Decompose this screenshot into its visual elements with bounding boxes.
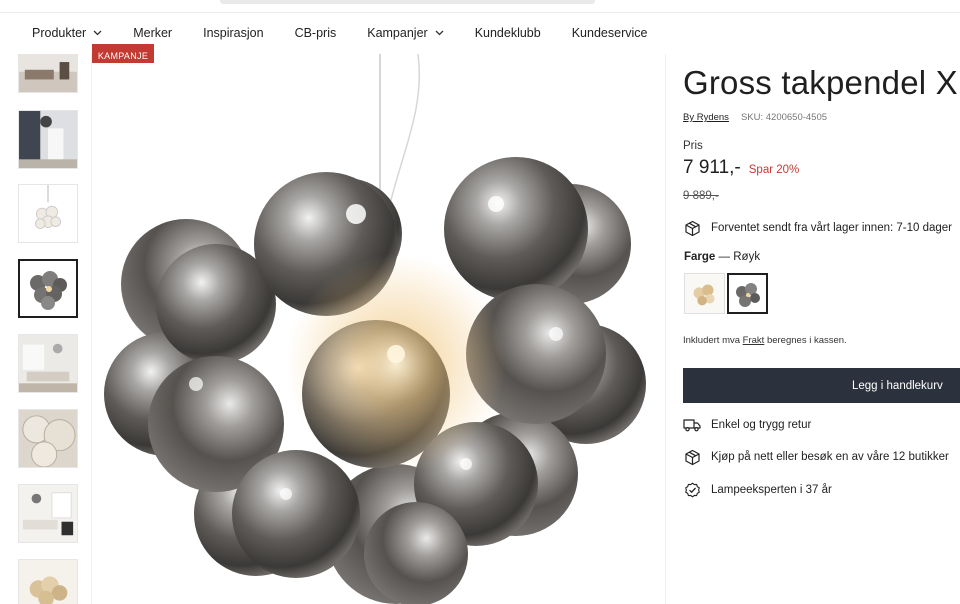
delivery-info: Forventet sendt fra vårt lager innen: 7-… [683, 219, 952, 237]
nav-item-cb-pris[interactable]: CB-pris [295, 26, 337, 40]
vat-suffix: beregnes i kassen. [766, 335, 847, 346]
vat-info: Inkludert mva Frakt beregnes i kassen. [683, 335, 847, 346]
thumbnail-pendant-gold[interactable] [18, 559, 78, 604]
product-meta: By Rydens SKU: 4200650-4505 [683, 112, 827, 123]
nav-item-label: Produkter [32, 26, 87, 40]
benefit-text: Enkel og trygg retur [711, 419, 812, 431]
product-title: Gross takpendel XL [683, 64, 960, 101]
color-swatch-clear[interactable] [684, 273, 725, 314]
info-divider [665, 54, 666, 604]
vat-prefix: Inkludert mva [683, 335, 741, 346]
color-swatch-smoke[interactable] [727, 273, 768, 314]
nav-item-label: Merker [133, 26, 173, 40]
thumbnail-list [18, 54, 78, 604]
check-badge-icon [683, 481, 701, 499]
box-icon [683, 219, 701, 237]
truck-icon [683, 416, 701, 434]
brand-link[interactable]: By Rydens [683, 112, 729, 123]
price-label: Pris [683, 140, 703, 152]
nav-item-label: Inspirasjon [203, 26, 264, 40]
nav-item-merker[interactable]: Merker [133, 26, 172, 40]
thumbnail-glass-closeup[interactable] [18, 409, 78, 468]
thumbnail-pendant-white[interactable] [18, 184, 78, 243]
thumbnail-living-room[interactable] [18, 334, 78, 393]
old-price: 9 889,- [683, 190, 719, 202]
color-value: Røyk [733, 251, 761, 263]
nav-item-kundeservice[interactable]: Kundeservice [572, 26, 648, 40]
benefit-stores: Kjøp på nett eller besøk en av våre 12 b… [683, 448, 949, 466]
nav-item-inspirasjon[interactable]: Inspirasjon [203, 26, 263, 40]
delivery-text: Forventet sendt fra vårt lager innen: 7-… [711, 222, 953, 234]
add-to-cart-button[interactable]: Legg i handlekurv [683, 368, 960, 403]
color-separator: — [718, 251, 731, 263]
thumbnail-room-dark-wall[interactable] [18, 110, 78, 169]
gallery-divider [91, 54, 92, 604]
sku-text: SKU: 4200650-4505 [740, 112, 828, 123]
main-product-image[interactable] [96, 54, 662, 604]
price-row: 7 911,- Spar 20% [683, 157, 799, 179]
campaign-badge: KAMPANJE [92, 44, 154, 63]
nav-item-label: CB-pris [294, 26, 337, 40]
benefit-return: Enkel og trygg retur [683, 416, 811, 434]
shipping-link[interactable]: Frakt [743, 335, 765, 346]
nav-item-produkter[interactable]: Produkter [32, 26, 102, 40]
box-icon [683, 448, 701, 466]
benefit-text: Kjøp på nett eller besøk en av våre 12 b… [711, 451, 949, 463]
thumbnail-bright-living-room[interactable] [18, 484, 78, 543]
current-price: 7 911,- [683, 157, 741, 178]
nav-item-label: Kundeklubb [474, 26, 541, 40]
save-percent: Spar 20% [748, 164, 800, 176]
header-divider [0, 12, 960, 13]
thumbnail-room-interior[interactable] [18, 54, 78, 93]
chevron-down-icon [435, 30, 444, 36]
nav-item-label: Kampanjer [367, 26, 428, 40]
chevron-down-icon [93, 30, 102, 36]
nav-item-kundeklubb[interactable]: Kundeklubb [475, 26, 541, 40]
top-scroll-fragment [220, 0, 595, 4]
thumbnail-pendant-smoke[interactable] [18, 259, 78, 318]
benefit-expert: Lampeeksperten i 37 år [683, 481, 832, 499]
color-label-row: Farge — Røyk [684, 251, 760, 263]
nav-item-kampanjer[interactable]: Kampanjer [367, 26, 444, 40]
color-label: Farge [684, 251, 716, 263]
benefit-text: Lampeeksperten i 37 år [711, 484, 832, 496]
nav-item-label: Kundeservice [571, 26, 648, 40]
